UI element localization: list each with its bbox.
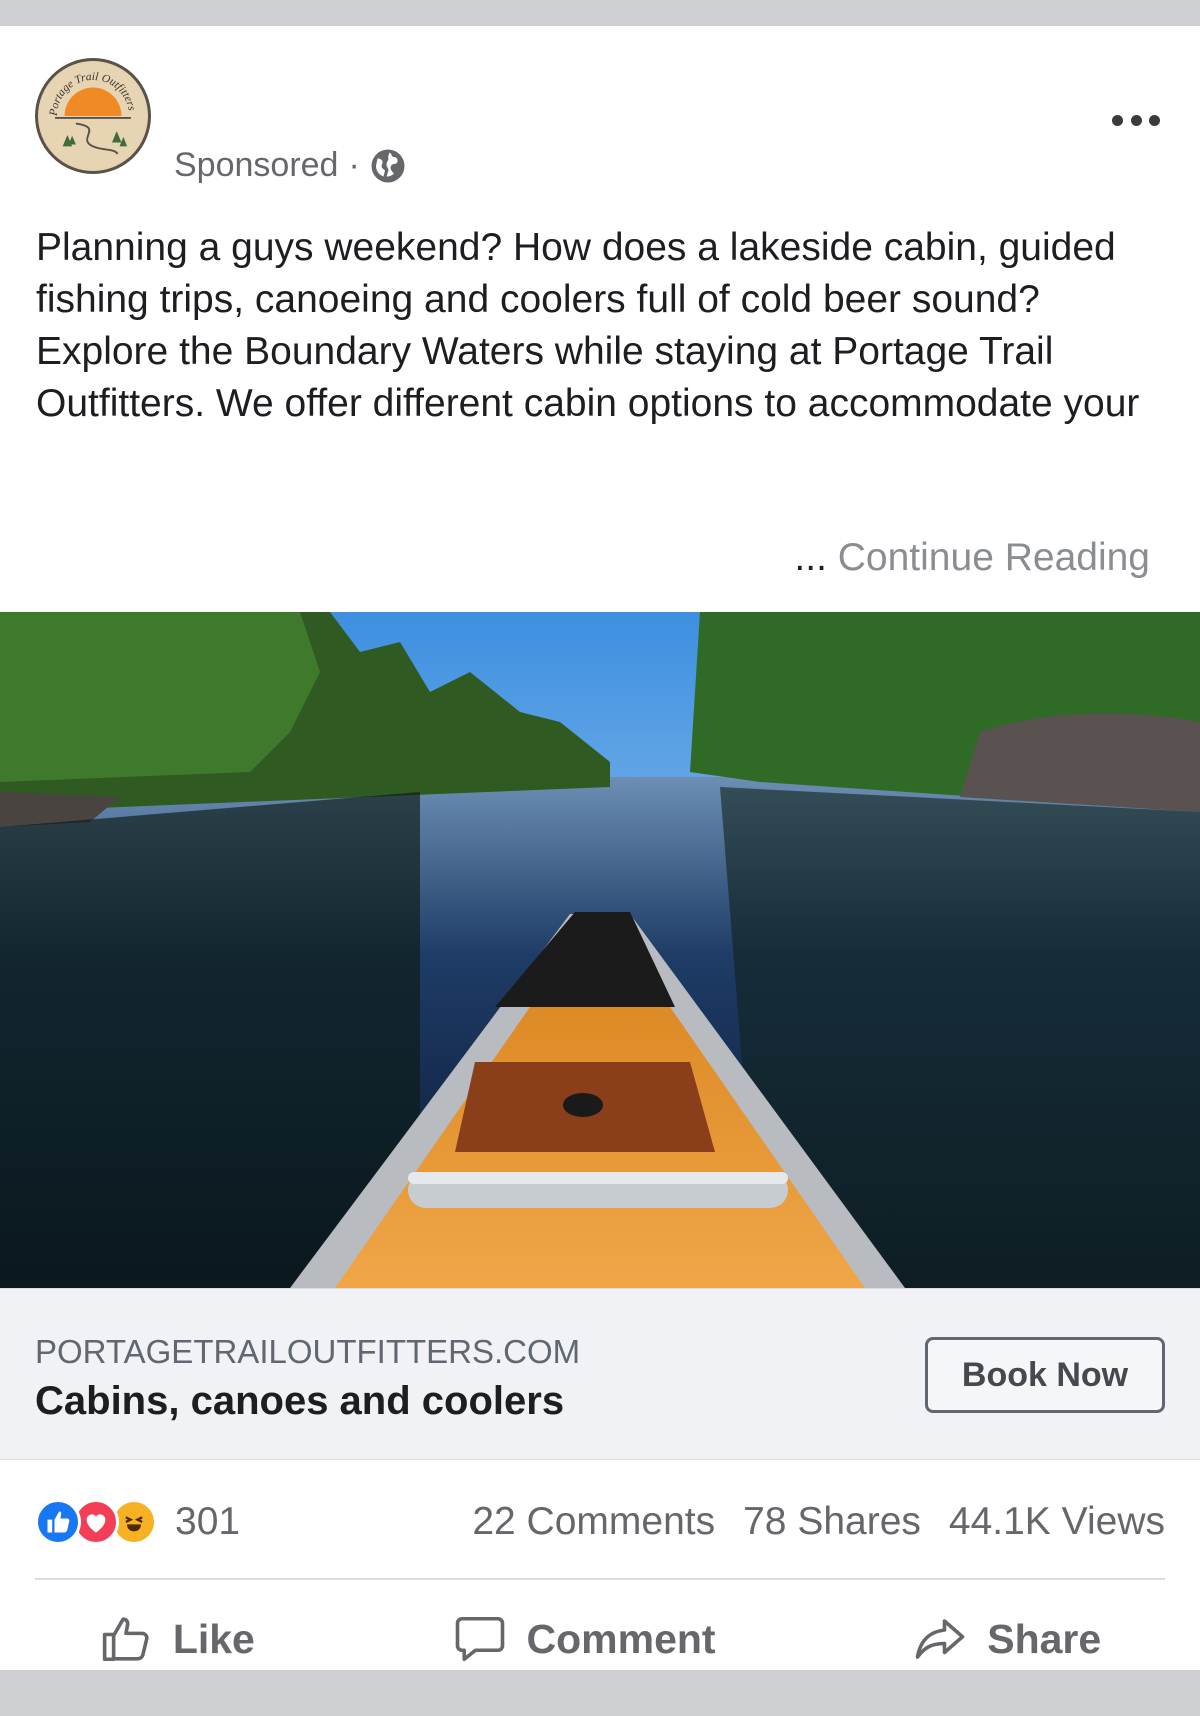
post-header: Portage Trail Outfitters Sponsored · (0, 26, 1200, 206)
post-image[interactable] (0, 612, 1200, 1288)
like-label: Like (172, 1615, 255, 1662)
comment-button[interactable]: Comment (453, 1612, 716, 1666)
link-domain: PORTAGETRAILOUTFITTERS.COM (35, 1333, 581, 1370)
share-label: Share (987, 1615, 1102, 1662)
share-button[interactable]: Share (913, 1612, 1101, 1666)
book-now-button[interactable]: Book Now (925, 1337, 1165, 1413)
feed-gap-top (0, 0, 1200, 26)
comment-label: Comment (526, 1615, 716, 1662)
post-actions: Like Comment Share (0, 1582, 1200, 1696)
canoe-lake-photo (0, 612, 1200, 1288)
like-button[interactable]: Like (99, 1612, 255, 1666)
link-headline[interactable]: Cabins, canoes and coolers (35, 1379, 564, 1424)
sponsored-post-card: Portage Trail Outfitters Sponsored · Pla… (0, 26, 1200, 1716)
meta-separator: · (348, 146, 360, 184)
post-text: Planning a guys weekend? How does a lake… (36, 226, 1140, 425)
stats-right: 22 Comments 78 Shares 44.1K Views (472, 1500, 1165, 1544)
continue-reading-link[interactable]: Continue Reading (838, 536, 1150, 579)
more-options-icon[interactable] (1112, 110, 1160, 130)
sponsored-label[interactable]: Sponsored (174, 146, 338, 185)
portage-trail-logo: Portage Trail Outfitters (39, 62, 147, 170)
like-reaction-icon (35, 1499, 81, 1545)
globe-icon[interactable] (370, 148, 406, 184)
views-count: 44.1K Views (948, 1500, 1165, 1543)
reaction-icons[interactable] (35, 1499, 157, 1545)
comments-count[interactable]: 22 Comments (472, 1500, 715, 1544)
reaction-count[interactable]: 301 (175, 1500, 240, 1544)
comment-icon (455, 1616, 504, 1662)
page-avatar[interactable]: Portage Trail Outfitters (35, 58, 151, 174)
engagement-stats: 301 22 Comments 78 Shares 44.1K Views (35, 1496, 1165, 1548)
shares-count[interactable]: 78 Shares (743, 1500, 921, 1544)
share-arrow-icon (915, 1619, 965, 1659)
continue-ellipsis: ... (794, 536, 827, 579)
actions-divider (35, 1578, 1165, 1580)
continue-reading: ... Continue Reading (794, 536, 1150, 580)
feed-gap-bottom (0, 1696, 1200, 1716)
thumbs-up-icon (102, 1617, 149, 1662)
link-preview[interactable]: PORTAGETRAILOUTFITTERS.COM Cabins, canoe… (0, 1288, 1200, 1460)
post-meta: Sponsored · (174, 146, 406, 185)
